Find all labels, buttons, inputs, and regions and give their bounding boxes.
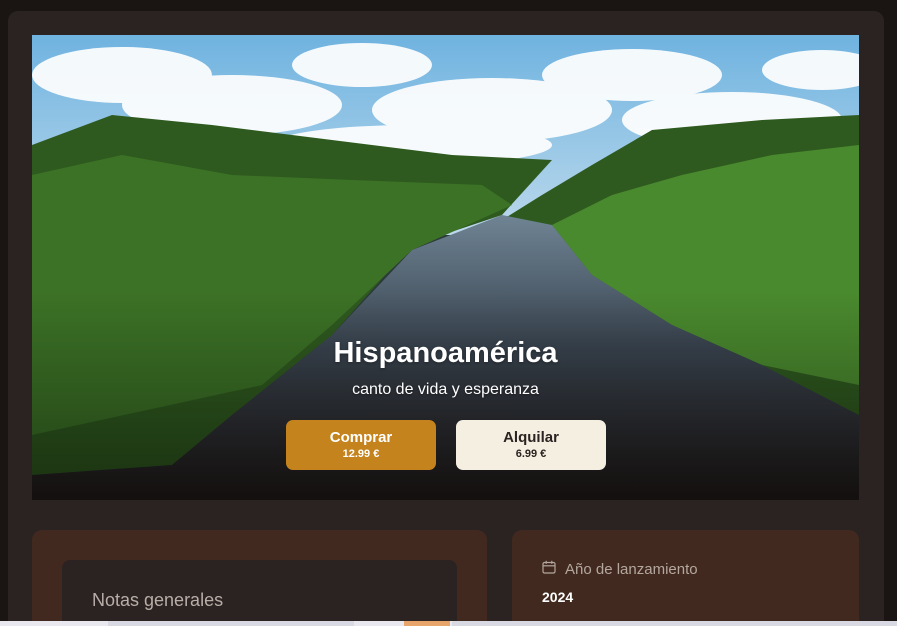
- notes-box: Notas generales: [62, 560, 457, 626]
- rent-button-price: 6.99 €: [515, 448, 547, 460]
- details-panel: Año de lanzamiento 2024: [512, 530, 859, 626]
- buy-button-price: 12.99 €: [342, 448, 380, 460]
- bottom-strip-segment: [108, 621, 354, 626]
- rent-button[interactable]: Alquilar 6.99 €: [456, 420, 606, 470]
- bottom-strip-segment: [404, 621, 450, 626]
- hero-image: [32, 35, 859, 500]
- release-year-value: 2024: [542, 589, 574, 605]
- hero-subtitle: canto de vida y esperanza: [352, 381, 539, 398]
- release-year-label: Año de lanzamiento: [565, 561, 698, 578]
- bottom-strip-segment: [452, 621, 897, 626]
- bottom-strip: [0, 621, 897, 626]
- notes-panel: Notas generales: [32, 530, 487, 626]
- buy-button-label: Comprar: [329, 429, 393, 446]
- rent-button-label: Alquilar: [503, 429, 559, 446]
- hero-title: Hispanoamérica: [333, 337, 558, 369]
- hero-banner: Hispanoamérica canto de vida y esperanza…: [32, 35, 859, 500]
- notes-title: Notas generales: [92, 590, 224, 610]
- calendar-icon: [542, 560, 556, 574]
- buy-button[interactable]: Comprar 12.99 €: [286, 420, 436, 470]
